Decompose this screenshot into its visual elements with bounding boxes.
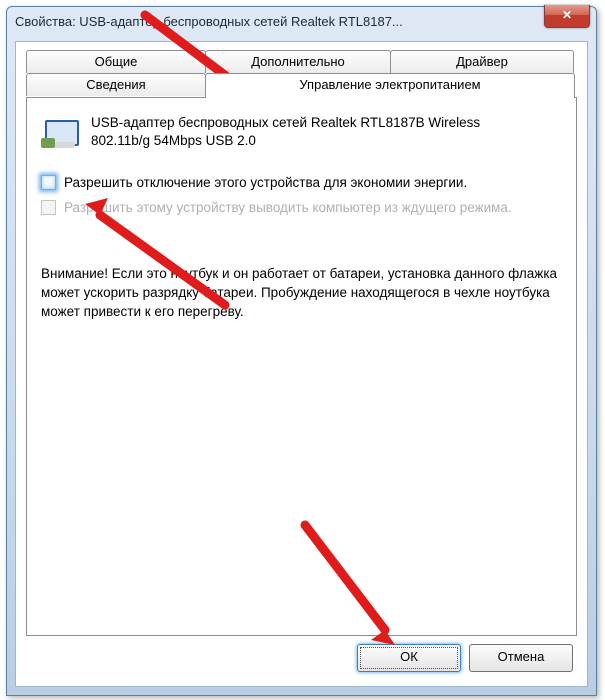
checkbox-allow-power-off[interactable]	[41, 175, 56, 190]
tab-power-management[interactable]: Управление электропитанием	[205, 73, 575, 98]
cancel-button[interactable]: Отмена	[469, 644, 573, 672]
titlebar[interactable]: Свойства: USB-адаптер беспроводных сетей…	[7, 7, 596, 35]
properties-window: Свойства: USB-адаптер беспроводных сетей…	[6, 6, 597, 696]
checkbox-allow-wake	[41, 200, 56, 215]
device-name: USB-адаптер беспроводных сетей Realtek R…	[91, 114, 480, 150]
window-title: Свойства: USB-адаптер беспроводных сетей…	[15, 14, 403, 29]
tab-general[interactable]: Общие	[26, 50, 206, 73]
warning-text: Внимание! Если это ноутбук и он работает…	[41, 264, 562, 321]
checkbox-allow-wake-label: Разрешить этому устройству выводить комп…	[64, 199, 512, 216]
tab-driver[interactable]: Драйвер	[390, 50, 574, 73]
tab-details[interactable]: Сведения	[26, 73, 206, 96]
close-button[interactable]: ✕	[544, 5, 590, 28]
close-icon: ✕	[562, 8, 572, 22]
checkbox-allow-power-off-label: Разрешить отключение этого устройства дл…	[64, 174, 467, 191]
ok-button[interactable]: ОК	[357, 644, 461, 672]
tab-page-power: USB-адаптер беспроводных сетей Realtek R…	[26, 97, 577, 636]
tab-advanced[interactable]: Дополнительно	[205, 50, 391, 73]
client-area: Общие Дополнительно Драйвер Сведения Упр…	[15, 41, 588, 687]
network-adapter-icon	[41, 114, 81, 154]
